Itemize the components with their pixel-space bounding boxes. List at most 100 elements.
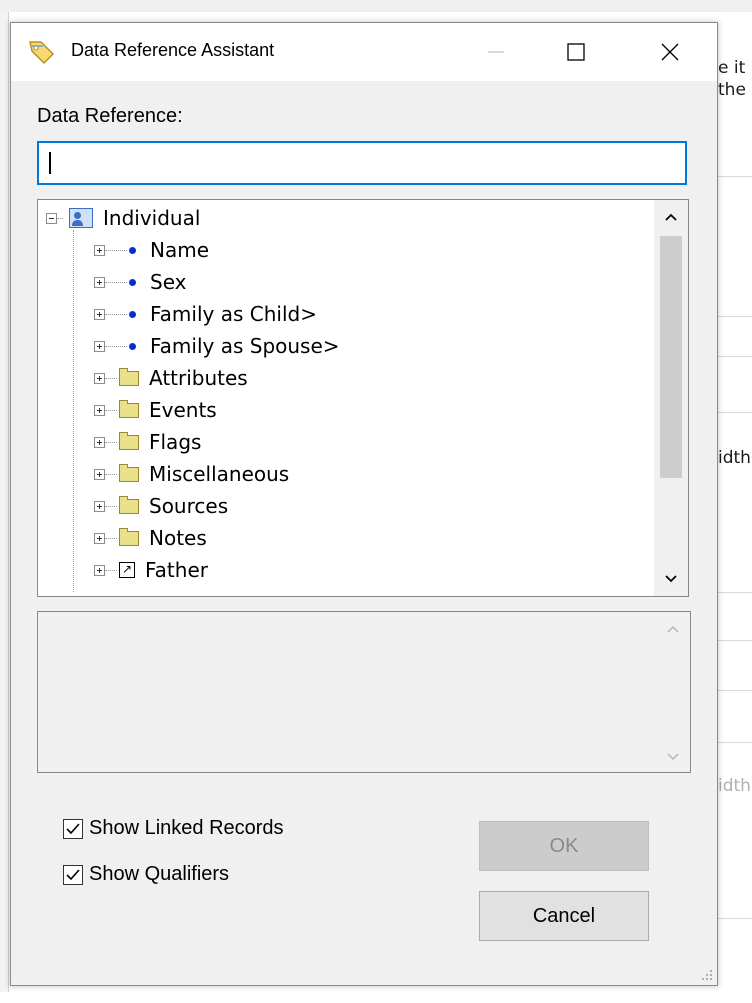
tree-node-label: Individual [103,206,201,230]
tree-node-events[interactable]: Events [94,394,217,426]
show-qualifiers-label: Show Qualifiers [89,863,230,885]
tree-node-sex[interactable]: Sex [94,266,186,298]
folder-icon [119,367,139,386]
title-bar[interactable]: Data Reference Assistant [11,23,717,81]
tree-node-father[interactable]: ↗ Father [94,554,208,586]
tree-node-label: Notes [149,526,207,550]
scrollbar-thumb[interactable] [660,236,682,478]
background-text: e it [718,58,746,78]
tree-node-flags[interactable]: Flags [94,426,201,458]
expand-icon[interactable] [94,532,105,544]
background-top-strip [0,0,752,12]
tree-node-individual[interactable]: Individual [46,202,200,234]
background-divider [716,412,752,413]
ok-button-label: OK [549,834,579,857]
description-box[interactable] [37,611,691,773]
close-button[interactable] [641,23,699,81]
expand-icon[interactable] [94,468,105,480]
tree-node-family-as-child[interactable]: Family as Child> [94,298,317,330]
tree-connector [105,313,127,315]
chevron-up-icon[interactable] [666,624,680,634]
scroll-up-button[interactable] [654,202,688,232]
tree-connector [105,505,117,507]
tree-connector [105,537,117,539]
tree-node-attributes[interactable]: Attributes [94,362,248,394]
data-reference-dialog: Data Reference Assistant Data Reference:… [10,22,718,986]
expand-icon[interactable] [94,244,105,256]
expand-icon[interactable] [94,564,105,576]
bullet-icon [129,246,136,254]
dialog-title: Data Reference Assistant [71,40,275,60]
background-divider [716,690,752,691]
background-text: the [718,80,746,100]
tree-node-label: Family as Child> [150,302,317,326]
chevron-down-icon [665,575,677,583]
chevron-down-icon[interactable] [666,752,680,762]
tree-node-label: Attributes [149,366,248,390]
tree-node-label: Sources [149,494,229,518]
tree-node-label: Sex [150,270,187,294]
cancel-button[interactable]: Cancel [479,891,649,941]
ok-button[interactable]: OK [479,821,649,871]
resize-grip-icon[interactable] [701,969,713,981]
tree-connector [105,281,127,283]
collapse-icon[interactable] [46,212,57,224]
tree-node-family-as-spouse[interactable]: Family as Spouse> [94,330,340,362]
tree-node-sources[interactable]: Sources [94,490,228,522]
checkmark-icon [66,868,80,880]
chevron-up-icon [665,213,677,221]
scroll-down-button[interactable] [654,564,688,594]
show-linked-records-label: Show Linked Records [89,817,284,839]
expand-icon[interactable] [94,436,105,448]
checkbox-box[interactable] [63,818,83,839]
maximize-button[interactable] [547,23,605,81]
tree-node-label: Family as Spouse> [150,334,340,358]
tag-icon [29,41,55,65]
expand-icon[interactable] [94,308,105,320]
shortcut-link-icon: ↗ [119,562,135,578]
tree-node-notes[interactable]: Notes [94,522,207,554]
tree-node-miscellaneous[interactable]: Miscellaneous [94,458,289,490]
background-divider [716,316,752,317]
show-qualifiers-checkbox[interactable]: Show Qualifiers [63,863,229,886]
folder-icon [119,431,139,450]
folder-icon [119,399,139,418]
checkbox-box[interactable] [63,864,83,885]
folder-icon [119,495,139,514]
minimize-button[interactable] [467,23,525,81]
close-icon [661,43,679,61]
background-divider [716,918,752,919]
tree-node-label: Flags [149,430,202,454]
text-caret [49,152,51,174]
tree-node-name[interactable]: Name [94,234,209,266]
expand-icon[interactable] [94,276,105,288]
maximize-icon [567,43,585,61]
show-linked-records-checkbox[interactable]: Show Linked Records [63,817,284,840]
tree-connector [105,569,117,571]
bullet-icon [129,278,136,286]
folder-icon [119,463,139,482]
expand-icon[interactable] [94,404,105,416]
background-text: idth [718,776,751,796]
background-left-edge [0,12,9,992]
tree-connector [73,230,74,592]
expand-icon[interactable] [94,340,105,352]
data-tree[interactable]: Individual Name Sex Family as Child> Fam… [37,199,689,597]
background-divider [716,742,752,743]
background-divider [716,356,752,357]
expand-icon[interactable] [94,500,105,512]
tree-connector [105,441,117,443]
background-text: idth [718,448,751,468]
bullet-icon [129,310,136,318]
bullet-icon [129,342,136,350]
cancel-button-label: Cancel [532,904,596,927]
tree-node-label: Father [145,558,208,582]
expand-icon[interactable] [94,372,105,384]
tree-connector [105,345,127,347]
tree-connector [105,473,117,475]
tree-connector [105,249,127,251]
data-reference-input[interactable] [37,141,687,185]
background-divider [716,640,752,641]
tree-scrollbar[interactable] [654,200,688,596]
background-divider [716,592,752,593]
